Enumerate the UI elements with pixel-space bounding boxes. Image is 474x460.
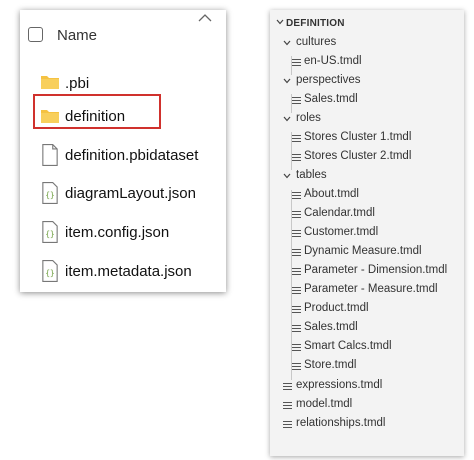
lines-file-icon <box>292 325 301 332</box>
lines-file-icon <box>292 287 301 294</box>
json-file-icon: {} <box>42 182 58 204</box>
file-icon <box>42 144 58 166</box>
lines-file-icon <box>292 306 301 313</box>
chevron-down-icon <box>283 116 291 122</box>
tree-file-product[interactable]: Product.tmdl <box>270 300 464 319</box>
lines-file-icon <box>292 344 301 351</box>
file-explorer-panel: Name .pbi definition definition.pbidatas… <box>20 10 226 292</box>
tree-item-label: Sales.tmdl <box>304 321 358 333</box>
lines-file-icon <box>292 249 301 256</box>
lines-file-icon <box>292 59 301 66</box>
svg-text:{}: {} <box>45 190 54 199</box>
tree-file-en-us[interactable]: en-US.tmdl <box>270 53 464 72</box>
lines-file-icon <box>283 402 292 409</box>
tree-item-label: en-US.tmdl <box>304 55 362 67</box>
file-name: diagramLayout.json <box>65 185 196 202</box>
tree-item-label: expressions.tmdl <box>296 379 383 391</box>
vscode-explorer-panel: DEFINITION cultures en-US.tmdl perspecti… <box>270 10 464 456</box>
tree-item-label: Product.tmdl <box>304 302 369 314</box>
lines-file-icon <box>292 192 301 199</box>
name-column-header[interactable]: Name <box>57 27 97 44</box>
chevron-down-icon <box>283 173 291 179</box>
lines-file-icon <box>292 135 301 142</box>
tree-file-smart-calcs[interactable]: Smart Calcs.tmdl <box>270 338 464 357</box>
file-name: item.metadata.json <box>65 263 192 280</box>
tree-file-stores-cluster-1[interactable]: Stores Cluster 1.tmdl <box>270 129 464 148</box>
file-row-definition-pbidataset[interactable]: definition.pbidataset <box>20 138 226 174</box>
tree-file-sales-perspective[interactable]: Sales.tmdl <box>270 91 464 110</box>
tree-item-label: roles <box>296 112 321 124</box>
file-name: item.config.json <box>65 224 170 241</box>
tree-folder-perspectives[interactable]: perspectives <box>270 72 464 91</box>
file-row-item-metadata-json[interactable]: {} item.metadata.json <box>20 254 226 290</box>
file-row-diagramlayout-json[interactable]: {} diagramLayout.json <box>20 176 226 212</box>
tree-file-calendar[interactable]: Calendar.tmdl <box>270 205 464 224</box>
tree-file-sales-table[interactable]: Sales.tmdl <box>270 319 464 338</box>
tree-item-label: model.tmdl <box>296 398 353 410</box>
lines-file-icon <box>292 211 301 218</box>
lines-file-icon <box>292 268 301 275</box>
file-name: .pbi <box>65 75 90 92</box>
tree-item-label: Smart Calcs.tmdl <box>304 340 392 352</box>
tree-folder-tables[interactable]: tables <box>270 167 464 186</box>
tree-file-store[interactable]: Store.tmdl <box>270 357 464 376</box>
folder-icon <box>41 76 59 89</box>
lines-file-icon <box>283 421 292 428</box>
tree-item-label: Dynamic Measure.tmdl <box>304 245 422 257</box>
tree-item-label: relationships.tmdl <box>296 417 386 429</box>
tree-item-label: cultures <box>296 36 337 48</box>
tree-item-label: Stores Cluster 2.tmdl <box>304 150 412 162</box>
sort-chevron-up-icon[interactable] <box>198 14 212 22</box>
svg-text:{}: {} <box>45 268 54 277</box>
tree-item-label: tables <box>296 169 327 181</box>
tree-item-label: Parameter - Measure.tmdl <box>304 283 438 295</box>
json-file-icon: {} <box>42 260 58 282</box>
tree-file-customer[interactable]: Customer.tmdl <box>270 224 464 243</box>
lines-file-icon <box>292 154 301 161</box>
file-row-item-config-json[interactable]: {} item.config.json <box>20 215 226 251</box>
tree-item-label: Store.tmdl <box>304 359 357 371</box>
tree-file-model[interactable]: model.tmdl <box>270 396 464 415</box>
section-title[interactable]: DEFINITION <box>286 18 345 29</box>
tree-file-about[interactable]: About.tmdl <box>270 186 464 205</box>
chevron-down-icon <box>283 78 291 84</box>
select-all-checkbox[interactable] <box>28 27 43 42</box>
tree-item-label: Sales.tmdl <box>304 93 358 105</box>
lines-file-icon <box>292 363 301 370</box>
tree-item-label: Customer.tmdl <box>304 226 379 238</box>
tree-file-parameter-measure[interactable]: Parameter - Measure.tmdl <box>270 281 464 300</box>
file-name: definition.pbidataset <box>65 147 199 164</box>
highlight-box <box>33 94 161 129</box>
tree-item-label: perspectives <box>296 74 361 86</box>
tree-folder-cultures[interactable]: cultures <box>270 34 464 53</box>
tree-item-label: Parameter - Dimension.tmdl <box>304 264 448 276</box>
tree-file-relationships[interactable]: relationships.tmdl <box>270 415 464 434</box>
tree-file-dynamic-measure[interactable]: Dynamic Measure.tmdl <box>270 243 464 262</box>
lines-file-icon <box>292 230 301 237</box>
tree-file-expressions[interactable]: expressions.tmdl <box>270 377 464 396</box>
tree-folder-roles[interactable]: roles <box>270 110 464 129</box>
tree-item-label: About.tmdl <box>304 188 359 200</box>
lines-file-icon <box>283 383 292 390</box>
tree-file-parameter-dimension[interactable]: Parameter - Dimension.tmdl <box>270 262 464 281</box>
tree-item-label: Calendar.tmdl <box>304 207 375 219</box>
chevron-down-icon <box>283 40 291 46</box>
tree-file-stores-cluster-2[interactable]: Stores Cluster 2.tmdl <box>270 148 464 167</box>
lines-file-icon <box>292 97 301 104</box>
svg-text:{}: {} <box>45 229 54 238</box>
chevron-down-icon[interactable] <box>275 17 285 27</box>
tree-item-label: Stores Cluster 1.tmdl <box>304 131 412 143</box>
json-file-icon: {} <box>42 221 58 243</box>
column-header-row: Name <box>20 10 226 58</box>
